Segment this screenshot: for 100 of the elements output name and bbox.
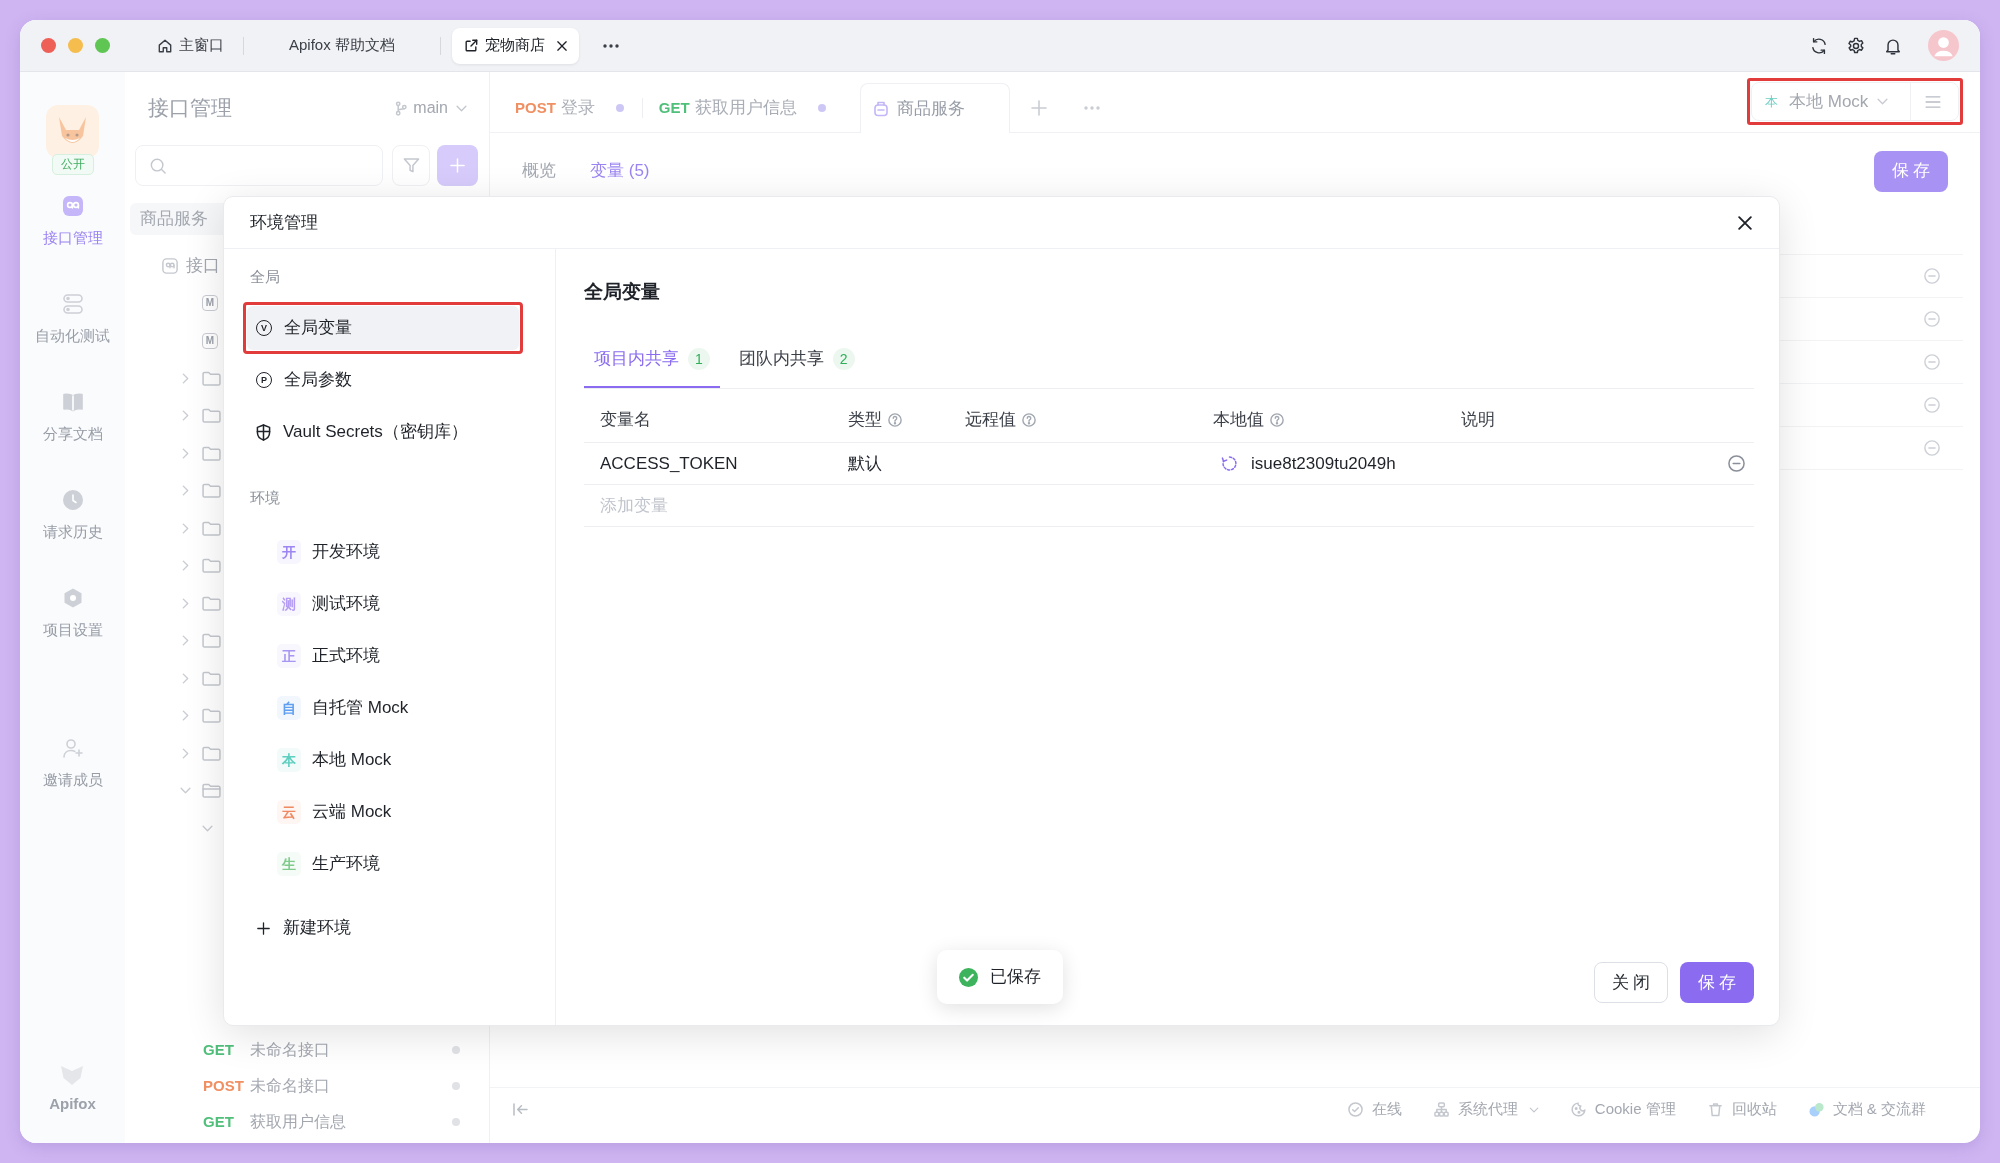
branch-dropdown[interactable]: main (395, 96, 467, 120)
request-tab[interactable]: POST 登录 (515, 83, 642, 133)
menu-icon[interactable] (1925, 95, 1941, 108)
chevron-right-icon[interactable] (182, 485, 189, 497)
tree-label[interactable]: 接口 (186, 253, 220, 279)
plus-icon[interactable] (1030, 100, 1047, 116)
filter-icon (402, 157, 420, 174)
request-tab[interactable]: GET 获取用户信息 (642, 83, 844, 133)
help-icon[interactable] (888, 412, 902, 427)
close-icon[interactable] (556, 40, 567, 51)
chevron-down-icon[interactable] (180, 787, 191, 795)
environment-item[interactable]: 本 本地 Mock (247, 734, 532, 786)
window-close-button[interactable] (41, 38, 56, 53)
settings-icon[interactable] (1847, 36, 1865, 55)
folder-icon (202, 595, 221, 611)
nav-item[interactable]: 请求历史 (20, 489, 125, 587)
chevron-right-icon[interactable] (182, 597, 189, 609)
filter-button[interactable] (392, 145, 430, 186)
request-name[interactable]: 未命名接口 (250, 1038, 330, 1062)
folder-icon (202, 745, 221, 761)
content-tab[interactable]: 团队内共享 2 (728, 332, 865, 388)
help-icon[interactable] (1270, 412, 1284, 427)
chevron-right-icon[interactable] (182, 522, 189, 534)
table-cell-text: 默认 (848, 452, 882, 475)
chevron-right-icon[interactable] (182, 410, 189, 422)
avatar-icon[interactable] (1928, 30, 1959, 61)
request-tab[interactable]: 商品服务 (859, 83, 1010, 133)
remove-row-icon[interactable] (1924, 440, 1940, 456)
sidebar-item[interactable]: P 全局参数 (247, 358, 519, 402)
window-tab[interactable]: 主窗口 (146, 27, 236, 64)
environment-item[interactable]: 生 生产环境 (247, 838, 532, 890)
save-button[interactable]: 保 存 (1874, 150, 1948, 192)
http-method: GET (203, 1039, 235, 1060)
chevron-right-icon[interactable] (182, 710, 189, 722)
save-button[interactable]: 保 存 (1680, 962, 1754, 1003)
status-bar-button[interactable]: Cookie 管理 (1570, 1098, 1676, 1121)
environment-item[interactable]: 测 测试环境 (247, 578, 532, 630)
status-bar-button[interactable]: 文档 & 交流群 (1808, 1098, 1926, 1121)
chevron-down-icon[interactable] (1877, 98, 1889, 105)
chat-bubbles-icon (1808, 1102, 1824, 1117)
window-tab[interactable]: Apifox 帮助文档 (244, 27, 440, 64)
environment-item[interactable]: 正 正式环境 (247, 630, 532, 682)
chevron-right-icon[interactable] (182, 447, 189, 459)
sidebar-item[interactable]: V 全局变量 (247, 306, 519, 350)
content-tab[interactable]: 项目内共享 1 (584, 332, 720, 388)
panel-heading: 全局变量 (584, 280, 661, 304)
add-button[interactable] (437, 145, 478, 186)
chevron-right-icon[interactable] (182, 747, 189, 759)
remove-row-icon[interactable] (1728, 455, 1745, 472)
search-icon (150, 157, 166, 174)
nav-item[interactable]: 邀请成员 (20, 737, 125, 835)
search-field[interactable] (135, 145, 383, 186)
environment-name[interactable]: 本地 Mock (1789, 88, 1869, 115)
environment-item[interactable]: 云 云端 Mock (247, 786, 532, 838)
table-cell-text: ACCESS_TOKEN (600, 452, 738, 475)
chevron-right-icon[interactable] (182, 672, 189, 684)
remove-row-icon[interactable] (1924, 397, 1940, 413)
sub-tab[interactable]: 概览 (522, 158, 556, 184)
remove-row-icon[interactable] (1924, 354, 1940, 370)
remove-row-icon[interactable] (1924, 268, 1940, 284)
close-icon[interactable] (1738, 215, 1752, 230)
window-zoom-button[interactable] (95, 38, 110, 53)
help-icon[interactable] (1022, 412, 1036, 427)
more-icon[interactable] (602, 43, 619, 48)
folder-icon (202, 670, 221, 686)
chevron-right-icon[interactable] (182, 372, 189, 384)
request-name[interactable]: 未命名接口 (250, 1074, 330, 1098)
refresh-icon[interactable] (1810, 36, 1828, 55)
sub-tab[interactable]: 变量 (5) (590, 158, 650, 184)
nav-item[interactable]: 项目设置 (20, 587, 125, 685)
nav-item[interactable]: 自动化测试 (20, 293, 125, 391)
status-bar-button[interactable]: 回收站 (1707, 1098, 1777, 1121)
mock-badge-icon: M (202, 295, 218, 312)
fox-logo-icon[interactable] (46, 105, 99, 158)
api-icon (61, 195, 84, 217)
request-name[interactable]: 获取用户信息 (250, 1110, 346, 1134)
environment-badge: 生 (277, 852, 301, 876)
nav-item[interactable]: 分享文档 (20, 391, 125, 489)
add-variable-field[interactable]: 添加变量 (600, 490, 900, 521)
status-bar-button[interactable]: 系统代理 (1433, 1098, 1539, 1121)
folder-icon (202, 370, 221, 386)
chevron-right-icon[interactable] (182, 635, 189, 647)
http-method: POST (515, 97, 556, 118)
collapse-sidebar-icon[interactable] (513, 1103, 528, 1116)
nav-item[interactable]: 接口管理 (20, 195, 125, 293)
dialog-title: 环境管理 (250, 211, 318, 234)
window-minimize-button[interactable] (68, 38, 83, 53)
folder-icon (202, 520, 221, 536)
environment-badge: 云 (277, 800, 301, 824)
environment-item[interactable]: 自 自托管 Mock (247, 682, 532, 734)
window-tab[interactable]: 宠物商店 (451, 27, 579, 64)
new-environment-button[interactable]: 新建环境 (257, 908, 351, 948)
environment-initial: 本 (1765, 92, 1778, 111)
close-button[interactable]: 关 闭 (1594, 962, 1668, 1003)
chevron-down-icon[interactable] (202, 824, 213, 832)
chevron-right-icon[interactable] (182, 560, 189, 572)
environment-item[interactable]: 开 开发环境 (247, 526, 532, 578)
sidebar-item[interactable]: Vault Secrets（密钥库） (247, 410, 519, 454)
status-bar-button[interactable]: 在线 (1347, 1098, 1402, 1121)
remove-row-icon[interactable] (1924, 311, 1940, 327)
